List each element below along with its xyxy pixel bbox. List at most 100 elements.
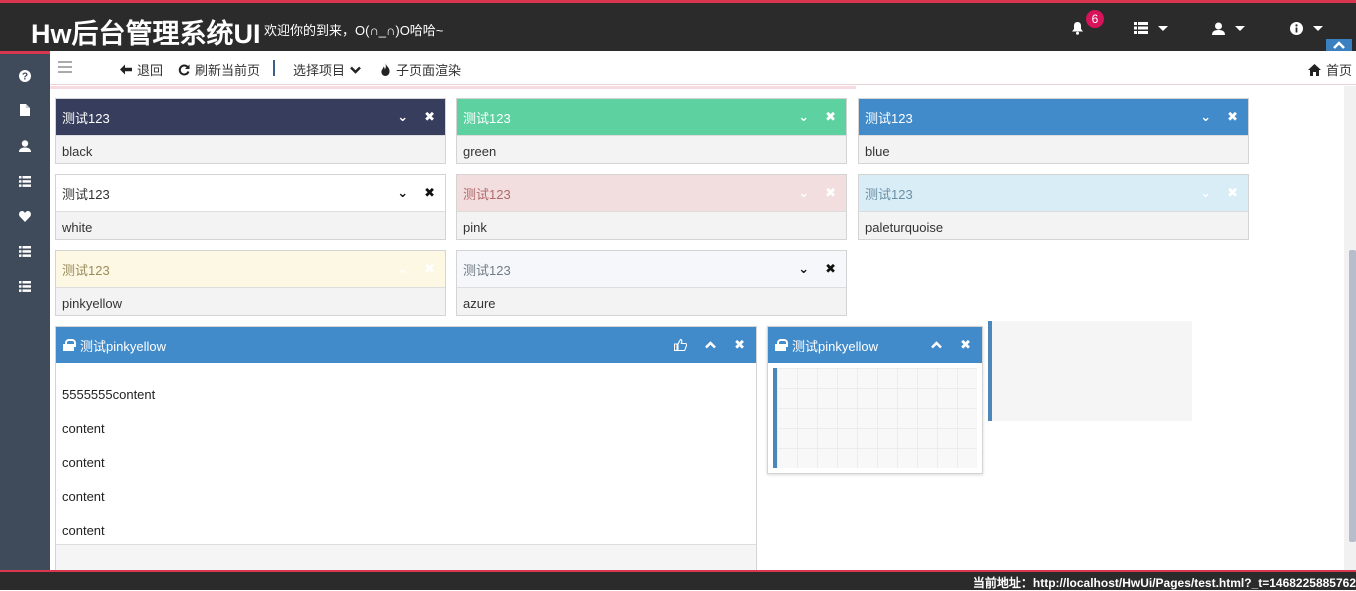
panel-title: 测试123	[463, 262, 511, 278]
panel-white: 测试123 ⌄ ✖ white	[55, 174, 446, 240]
close-icon[interactable]: ✖	[960, 337, 971, 353]
user-icon	[19, 140, 31, 152]
back-button[interactable]: 退回	[120, 60, 163, 79]
panel-body: blue	[859, 135, 1248, 163]
chevron-up-icon	[1333, 41, 1345, 49]
large-panel: 测试pinkyellow ✖ 5555555content content co…	[55, 326, 757, 570]
panel-title: 测试123	[463, 186, 511, 202]
refresh-button[interactable]: 刷新当前页	[178, 60, 260, 79]
chevron-down-icon[interactable]: ⌄	[397, 185, 408, 201]
apps-menu-button[interactable]	[1134, 15, 1168, 41]
svg-text:?: ?	[22, 72, 28, 83]
panel-body: pinkyellow	[56, 287, 445, 315]
close-icon[interactable]: ✖	[825, 185, 836, 201]
close-icon[interactable]: ✖	[825, 261, 836, 277]
menu-toggle-icon[interactable]	[58, 61, 72, 73]
close-icon[interactable]: ✖	[1227, 185, 1238, 201]
panel-title: 测试123	[62, 110, 110, 126]
scrollbar-thumb[interactable]	[1349, 250, 1356, 542]
panel-paleturquoise: 测试123 ⌄ ✖ paleturquoise	[858, 174, 1249, 240]
home-button[interactable]: 首页	[1308, 60, 1352, 79]
panel-green: 测试123 ⌄ ✖ green	[456, 98, 847, 164]
panel-body: azure	[457, 287, 846, 315]
render-subpage-label: 子页面渲染	[396, 63, 462, 78]
home-icon	[1308, 63, 1321, 76]
fire-icon	[381, 63, 390, 76]
close-icon[interactable]: ✖	[825, 109, 836, 125]
chevron-down-icon[interactable]: ⌄	[798, 109, 809, 125]
home-label: 首页	[1326, 63, 1353, 78]
close-icon[interactable]: ✖	[424, 109, 435, 125]
content-line: content	[62, 455, 105, 470]
chevron-up-icon[interactable]	[931, 341, 942, 349]
small-panel: 测试pinkyellow ✖	[767, 326, 983, 474]
panel-controls: ⌄ ✖	[397, 251, 435, 287]
chevron-down-icon[interactable]: ⌄	[397, 261, 408, 277]
chevron-down-icon[interactable]: ⌄	[798, 261, 809, 277]
sidebar-item-favorites[interactable]	[0, 201, 50, 231]
left-sidebar: ?	[0, 51, 50, 570]
page-toolbar: 退回 刷新当前页 选择项目 子页面渲染 首页	[50, 51, 1356, 85]
close-icon[interactable]: ✖	[424, 261, 435, 277]
panel-header: 测试123 ⌄ ✖	[56, 251, 445, 287]
list-grid-icon	[1134, 22, 1148, 34]
content-line: content	[62, 523, 105, 538]
panel-controls: ⌄ ✖	[397, 175, 435, 211]
select-project-dropdown[interactable]: 选择项目	[293, 60, 361, 79]
sidebar-item-files[interactable]	[0, 95, 50, 125]
panel-controls: ⌄ ✖	[798, 175, 836, 211]
lock-icon	[775, 339, 788, 351]
refresh-label: 刷新当前页	[195, 63, 261, 78]
sidebar-item-users[interactable]	[0, 131, 50, 161]
notification-badge: 6	[1086, 10, 1104, 28]
status-bar: 当前地址：http://localhost/HwUi/Pages/test.ht…	[0, 570, 1356, 590]
user-icon	[1212, 22, 1225, 35]
panel-body: black	[56, 135, 445, 163]
panel-title: 测试123	[865, 186, 913, 202]
list-icon	[19, 175, 31, 187]
select-project-label: 选择项目	[293, 63, 346, 78]
small-panel-header: 测试pinkyellow ✖	[768, 327, 982, 363]
small-panel-title: 测试pinkyellow	[792, 338, 878, 354]
welcome-text: 欢迎你的到来，O(∩_∩)O哈哈~	[264, 23, 444, 38]
info-menu-button[interactable]	[1290, 15, 1323, 41]
sidebar-item-list-3[interactable]	[0, 271, 50, 301]
panel-pinkyellow: 测试123 ⌄ ✖ pinkyellow	[55, 250, 446, 316]
chevron-down-icon	[350, 66, 361, 74]
sidebar-item-help[interactable]: ?	[0, 61, 50, 91]
close-icon[interactable]: ✖	[734, 337, 745, 353]
chevron-down-icon[interactable]: ⌄	[798, 185, 809, 201]
close-icon[interactable]: ✖	[424, 185, 435, 201]
panel-header: 测试123 ⌄ ✖	[457, 251, 846, 287]
panel-header: 测试123 ⌄ ✖	[859, 175, 1248, 211]
panel-body: pink	[457, 211, 846, 239]
refresh-icon	[178, 64, 190, 75]
user-menu-button[interactable]	[1212, 15, 1245, 41]
chevron-down-icon[interactable]: ⌄	[1200, 185, 1211, 201]
panel-controls: ⌄ ✖	[1200, 99, 1238, 135]
notifications-button[interactable]	[1071, 15, 1084, 41]
arrow-left-icon	[120, 64, 132, 75]
panel-controls: ⌄ ✖	[798, 99, 836, 135]
chevron-down-icon[interactable]: ⌄	[1200, 109, 1211, 125]
panel-body: paleturquoise	[859, 211, 1248, 239]
toolbar-underline	[50, 86, 856, 89]
thumbs-up-icon[interactable]	[674, 339, 688, 351]
chevron-down-icon[interactable]: ⌄	[397, 109, 408, 125]
content-line: 5555555content	[62, 387, 156, 402]
panel-header: 测试123 ⌄ ✖	[859, 99, 1248, 135]
panel-controls: ⌄ ✖	[798, 251, 836, 287]
toolbar-divider	[273, 60, 275, 76]
panel-header: 测试123 ⌄ ✖	[457, 99, 846, 135]
current-address: 当前地址：http://localhost/HwUi/Pages/test.ht…	[972, 576, 1356, 590]
panel-controls: ⌄ ✖	[397, 99, 435, 135]
panel-title: 测试123	[463, 110, 511, 126]
close-icon[interactable]: ✖	[1227, 109, 1238, 125]
panel-title: 测试123	[865, 110, 913, 126]
sidebar-item-list-1[interactable]	[0, 166, 50, 196]
chevron-up-icon[interactable]	[705, 341, 716, 349]
sidebar-item-list-2[interactable]	[0, 236, 50, 266]
chevron-down-icon	[1235, 25, 1245, 31]
render-subpage-button[interactable]: 子页面渲染	[380, 60, 461, 79]
panel-header: 测试123 ⌄ ✖	[457, 175, 846, 211]
